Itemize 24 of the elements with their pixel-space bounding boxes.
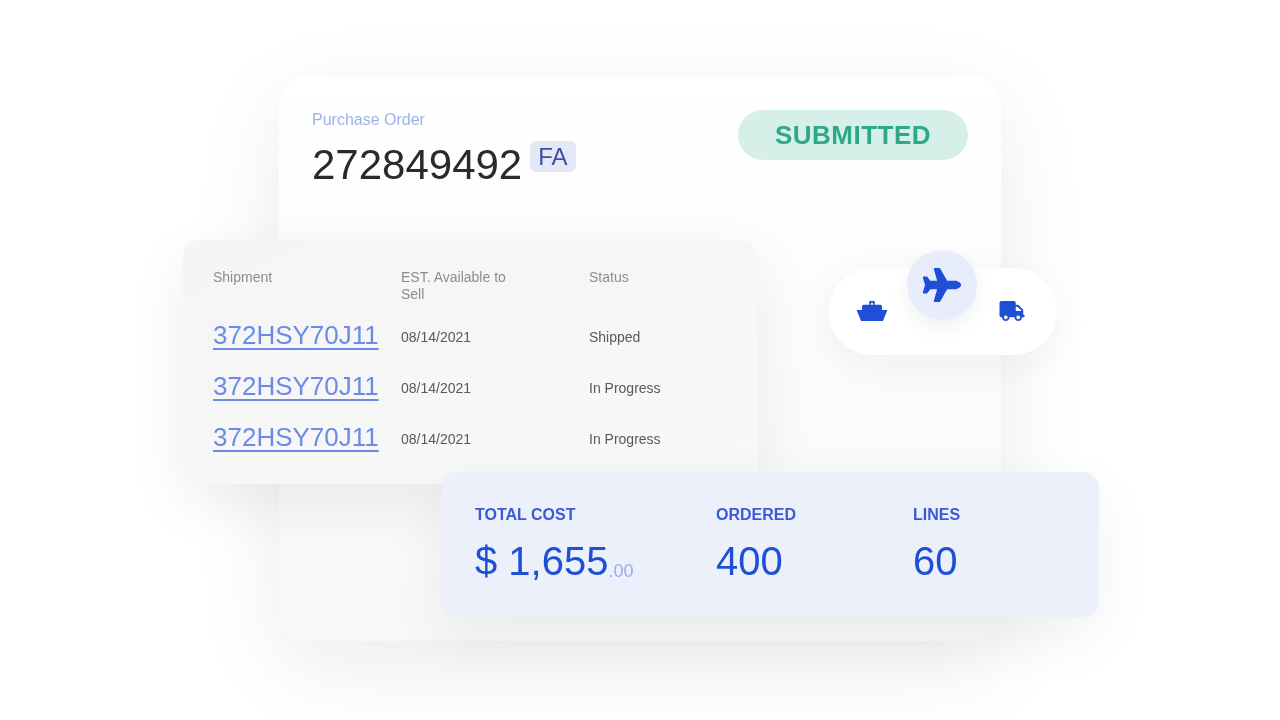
date-text: 08/14/2021 xyxy=(401,328,472,345)
shipment-link[interactable]: 372HSY70J11 xyxy=(213,422,379,452)
purchase-order-label: Purchase Order xyxy=(312,110,426,130)
ship-icon xyxy=(856,301,888,321)
date-text: 08/14/2021 xyxy=(401,379,472,396)
status-badge: SUBMITTED xyxy=(738,110,968,160)
stat-value: 400 xyxy=(716,541,783,581)
stat-label: TOTAL COST xyxy=(475,506,577,524)
order-type-tag: FA xyxy=(530,141,576,172)
status-text: In Progress xyxy=(589,430,661,447)
status-text: In Progress xyxy=(589,379,661,396)
shipment-link[interactable]: 372HSY70J11 xyxy=(213,371,379,401)
stat-label: ORDERED xyxy=(716,506,797,524)
column-header: EST. Available to Sell xyxy=(401,269,507,303)
status-text: Shipped xyxy=(589,328,641,345)
shipment-link[interactable]: 372HSY70J11 xyxy=(213,320,379,350)
column-header: Status xyxy=(589,269,630,286)
stat-label: LINES xyxy=(913,506,962,524)
stat-value: $ 1,655 xyxy=(475,541,609,581)
stat-value: 60 xyxy=(913,541,958,581)
order-number: 272849492 xyxy=(312,144,523,186)
stat-cents: .00 xyxy=(608,562,634,580)
date-text: 08/14/2021 xyxy=(401,430,472,447)
column-header: Shipment xyxy=(213,269,274,286)
